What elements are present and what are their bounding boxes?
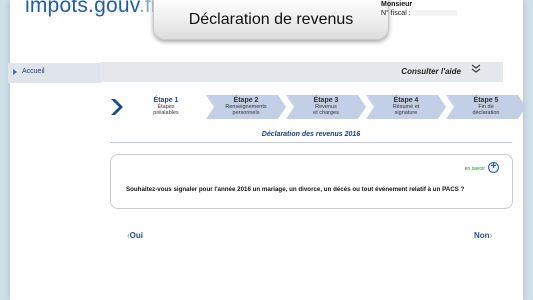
step-2: Étape 2 Renseignements personnels — [206, 95, 286, 119]
step-title: Étape 3 — [313, 97, 339, 104]
logo-main: impots.gouv — [25, 0, 139, 17]
question-box: en savoir + Souhaitez-vous signaler pour… — [110, 154, 513, 209]
step-title: Étape 4 — [393, 97, 419, 104]
help-bar[interactable]: Consulter l'aide — [100, 62, 503, 82]
plus-icon[interactable]: + — [488, 162, 499, 173]
yes-button[interactable]: ‹Oui — [127, 231, 143, 240]
step-title: Étape 2 — [233, 97, 259, 104]
step-subtitle-2: et charges — [313, 110, 339, 116]
help-link[interactable]: Consulter l'aide — [401, 67, 461, 76]
section-title-text: Déclaration des revenus 2016 — [261, 131, 361, 138]
site-logo[interactable]: impots.gouv.fr — [25, 0, 158, 18]
steps-progress: Étape 1 Étapes préalables Étape 2 Renseignem… — [108, 95, 526, 119]
page: impots.gouv.fr Déclaration de revenus Mo… — [10, 0, 523, 300]
user-name: Monsieur — [381, 1, 413, 8]
fiscal-number-masked — [412, 10, 457, 17]
step-5: Étape 5 Fin de déclaration — [446, 95, 526, 119]
page-title: Déclaration de revenus — [188, 10, 354, 28]
more-info-link[interactable]: en savoir — [465, 166, 485, 172]
no-button[interactable]: Non› — [474, 231, 492, 240]
current-step-arrow-icon — [111, 99, 123, 115]
section-title: Déclaration des revenus 2016 — [110, 127, 512, 143]
step-3: Étape 3 Revenus et charges — [286, 95, 366, 119]
page-title-badge: Déclaration de revenus — [153, 0, 389, 40]
step-title: Étape 1 — [153, 97, 179, 104]
step-subtitle-2: préalables — [153, 110, 179, 116]
question-text: Souhaitez-vous signaler pour l'année 201… — [126, 186, 465, 193]
yes-label: Oui — [129, 231, 144, 240]
step-subtitle-2: déclaration — [472, 110, 500, 116]
sidebar-item-label: Accueil — [22, 68, 45, 75]
step-subtitle-2: signature — [394, 110, 418, 116]
sidebar-item-accueil[interactable]: Accueil — [8, 63, 101, 83]
step-1: Étape 1 Étapes préalables — [126, 95, 206, 119]
fiscal-label: N° fiscal : — [381, 10, 411, 17]
step-title: Étape 5 — [473, 97, 499, 104]
no-label: Non — [474, 231, 490, 240]
triangle-right-icon — [13, 69, 17, 75]
chevron-right-icon: › — [489, 231, 493, 240]
step-subtitle-2: personnels — [232, 110, 260, 116]
double-chevron-down-icon[interactable] — [471, 64, 481, 74]
header: impots.gouv.fr Déclaration de revenus Mo… — [10, 0, 523, 45]
step-4: Étape 4 Résumé et signature — [366, 95, 446, 119]
user-info: Monsieur N° fiscal : — [381, 0, 457, 18]
